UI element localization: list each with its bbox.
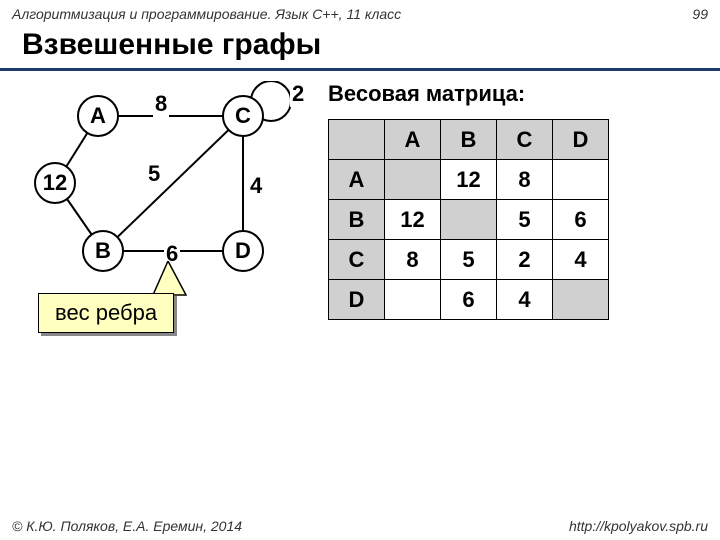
edge-label-cd: 4 [248,173,264,199]
graph-node-c: C [222,95,264,137]
header-right: 99 [692,6,708,22]
matrix-title: Весовая матрица: [328,81,702,107]
matrix-cell [385,280,441,320]
matrix-row-b: B [329,200,385,240]
graph-node-b: B [82,230,124,272]
header-left: Алгоритмизация и программирование. Язык … [12,6,401,22]
edge-label-cc: 2 [290,81,306,107]
matrix-row-d: D [329,280,385,320]
matrix-cell [553,280,609,320]
slide-title: Взвешенные графы [0,24,720,71]
matrix-cell: 8 [385,240,441,280]
graph-node-d: D [222,230,264,272]
matrix-cell: 4 [497,280,553,320]
graph-diagram: A C 12 B D 8 2 5 4 6 вес ребра [18,81,318,361]
matrix-cell: 8 [497,160,553,200]
footer-url: http://kpolyakov.spb.ru [569,518,708,534]
edge-weight-callout: вес ребра [38,293,174,333]
edge-label-ac: 8 [153,91,169,117]
matrix-cell: 4 [553,240,609,280]
content-area: A C 12 B D 8 2 5 4 6 вес ребра Весовая м… [0,71,720,361]
matrix-cell [553,160,609,200]
matrix-cell: 12 [441,160,497,200]
matrix-corner [329,120,385,160]
matrix-cell: 2 [497,240,553,280]
graph-node-a: A [77,95,119,137]
slide-footer: © К.Ю. Поляков, Е.А. Еремин, 2014 http:/… [0,518,720,534]
weight-matrix-area: Весовая матрица: A B C D A 12 8 B 12 5 [318,81,702,361]
weight-matrix-table: A B C D A 12 8 B 12 5 6 C 8 [328,119,609,320]
matrix-cell: 6 [553,200,609,240]
matrix-cell [385,160,441,200]
slide-header: Алгоритмизация и программирование. Язык … [0,0,720,24]
matrix-col-b: B [441,120,497,160]
matrix-cell: 5 [497,200,553,240]
matrix-col-a: A [385,120,441,160]
matrix-cell: 6 [441,280,497,320]
matrix-row-a: A [329,160,385,200]
footer-copyright: © К.Ю. Поляков, Е.А. Еремин, 2014 [12,518,242,534]
edge-label-bc: 5 [146,161,162,187]
matrix-cell: 5 [441,240,497,280]
matrix-col-d: D [553,120,609,160]
matrix-row-c: C [329,240,385,280]
graph-node-ab-weight: 12 [34,162,76,204]
matrix-col-c: C [497,120,553,160]
matrix-cell: 12 [385,200,441,240]
matrix-cell [441,200,497,240]
